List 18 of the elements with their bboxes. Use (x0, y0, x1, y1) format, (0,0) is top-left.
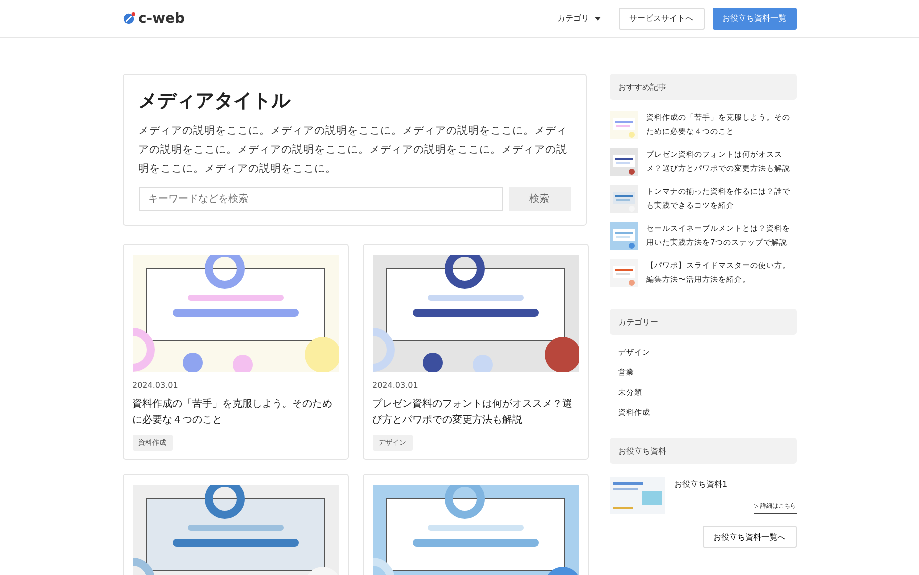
article-title[interactable]: 資料作成の「苦手」を克服しよう。そのために必要な４つのこと (132, 397, 338, 429)
logo-text: c-web (138, 10, 186, 26)
all-resources-button[interactable]: お役立ち資料一覧へ (702, 526, 796, 548)
resource-title[interactable]: お役立ち資料1 (674, 479, 796, 490)
service-site-button[interactable]: サービスサイトへ (618, 8, 704, 30)
article-date: 2024.03.01 (132, 381, 180, 390)
caret-icon (594, 16, 600, 20)
category-dropdown[interactable]: カテゴリ (548, 13, 610, 24)
logo-icon (122, 12, 136, 25)
article-title[interactable]: プレゼン資料のフォントは何がオススメ？選び方とパワポでの変更方法も解説 (372, 397, 578, 429)
section-heading: おすすめ記事 (610, 74, 796, 100)
article-date: 2024.03.01 (372, 381, 420, 390)
search-field[interactable]: キーワードなどを検索 (138, 187, 502, 211)
media-title: メディアタイトル (138, 89, 292, 114)
section-heading: カテゴリー (610, 309, 796, 335)
media-description: メディアの説明をここに。メディアの説明をここに。メディアの説明をここに。メディアの説明をここに。メディアの説明をここに。メディアの説明をここに。メディアの説明をここに。メディアの説明をここに。 (138, 124, 568, 177)
section-heading: お役立ち資料 (610, 438, 796, 464)
search-button[interactable]: 検索 (508, 187, 570, 211)
